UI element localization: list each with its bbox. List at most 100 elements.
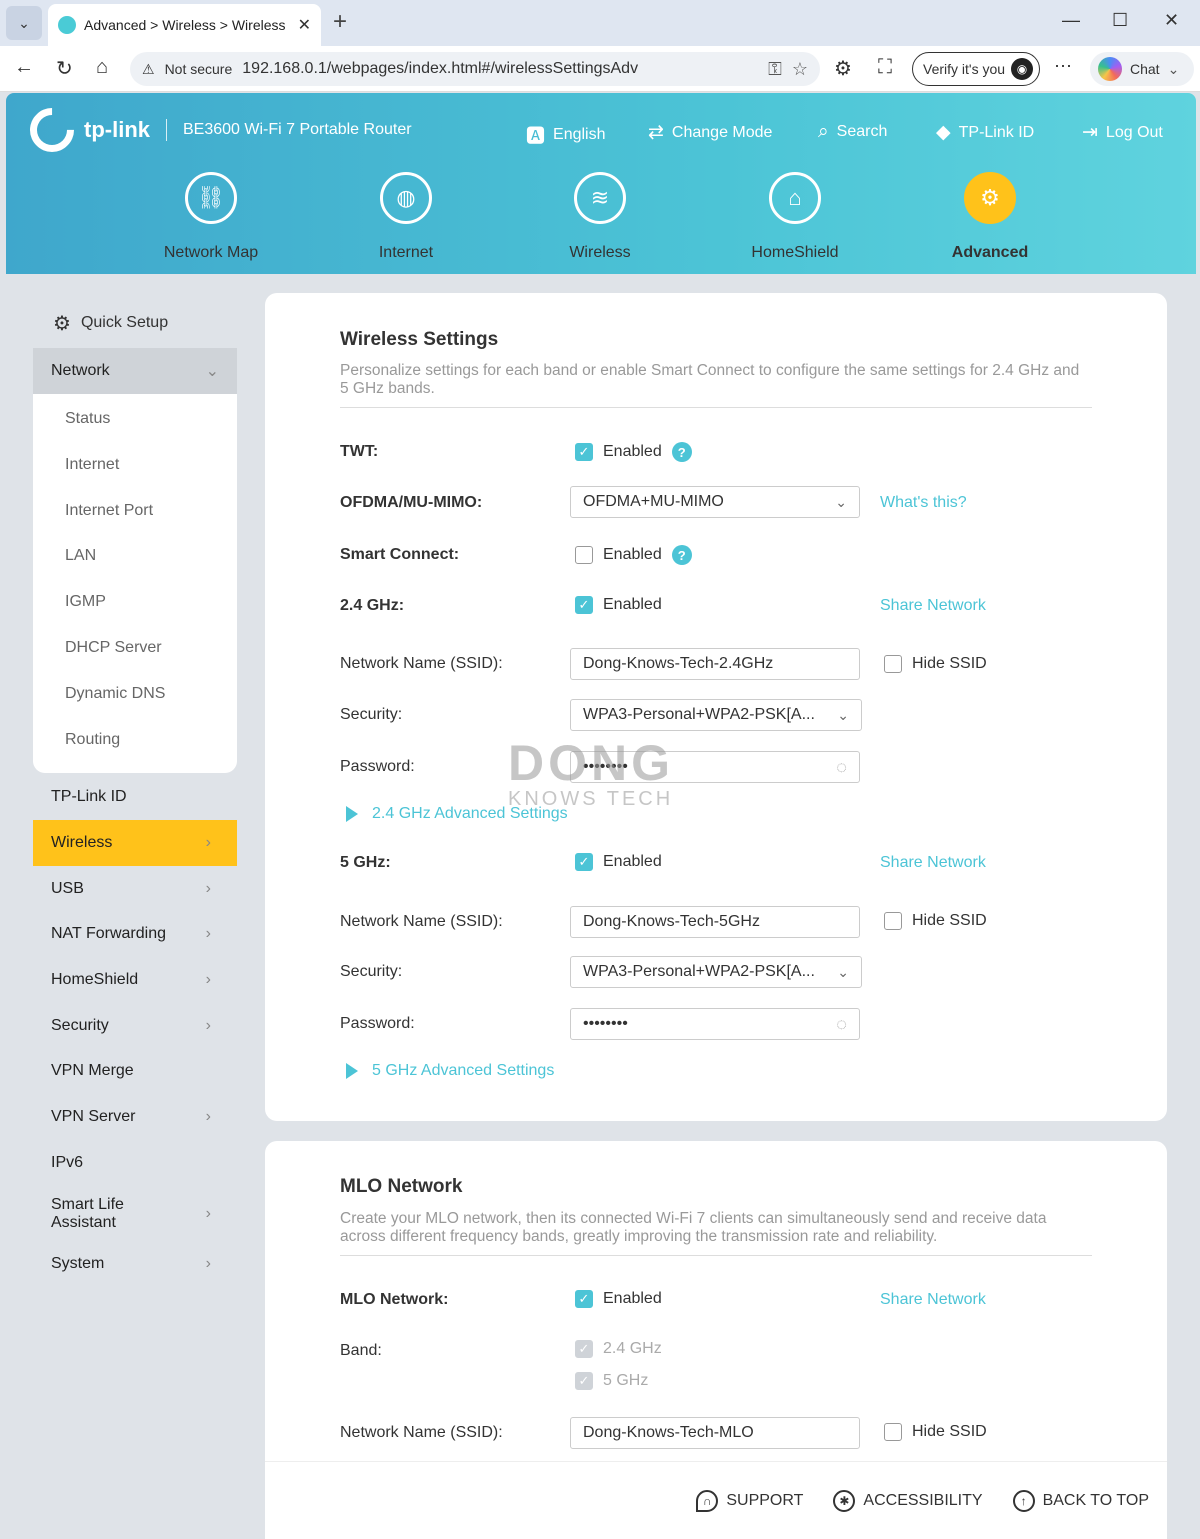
change-mode-label: Change Mode <box>671 123 773 141</box>
sidebar-item-label: VPN Merge <box>51 1062 134 1079</box>
sidebar-subitem-igmp[interactable]: IGMP <box>33 579 237 625</box>
watermark-logo: DONG KNOWS TECH <box>508 738 688 810</box>
sidebar-item-label: USB <box>51 880 84 897</box>
password5-input[interactable]: •••••••• ◌ <box>570 1008 860 1040</box>
eye-off-icon[interactable]: ◌ <box>836 1014 847 1035</box>
star-icon[interactable]: ☆ <box>792 59 808 80</box>
ssid24-input[interactable]: Dong-Knows-Tech-2.4GHz <box>570 648 860 680</box>
sidebar-item-homeshield[interactable]: HomeShield › <box>33 957 237 1003</box>
hide-ssid24-checkbox[interactable]: Hide SSID <box>884 655 987 673</box>
nav-label: Internet <box>378 244 434 261</box>
extensions-icon[interactable]: ⚙ <box>834 56 852 81</box>
homeshield-icon: ⌂ <box>769 172 821 224</box>
band5-checkbox[interactable]: ✓ Enabled <box>575 853 662 871</box>
whats-this-link[interactable]: What's this? <box>880 494 967 512</box>
screenshot-icon[interactable]: ⛶ <box>878 56 892 79</box>
nav-label: Wireless <box>569 244 631 261</box>
help-icon[interactable]: ? <box>671 442 692 462</box>
nav-wireless[interactable]: ≋ Wireless <box>530 172 670 262</box>
chevron-right-icon: › <box>205 1255 211 1272</box>
share-network-link[interactable]: Share Network <box>880 597 986 615</box>
search-button[interactable]: ⌕ Search <box>818 121 887 143</box>
twt-checkbox[interactable]: ✓ Enabled? <box>575 442 692 462</box>
key-icon[interactable]: ⚿ <box>768 59 782 80</box>
share-network-link[interactable]: Share Network <box>880 1291 986 1309</box>
sidebar-item-system[interactable]: System › <box>33 1241 237 1287</box>
language-label: English <box>553 125 606 143</box>
gear-icon: ⚙ <box>964 172 1016 224</box>
verify-profile-button[interactable]: Verify it's you ◉ <box>912 52 1040 86</box>
sidebar-item-security[interactable]: Security › <box>33 1003 237 1049</box>
copilot-chat-button[interactable]: Chat ⌄ <box>1090 52 1194 86</box>
security24-select[interactable]: WPA3-Personal+WPA2-PSK[A... ⌄ <box>570 699 862 731</box>
sidebar-subitem-status[interactable]: Status <box>33 396 237 442</box>
adv5-toggle[interactable]: 5 GHz Advanced Settings <box>346 1062 554 1080</box>
change-mode-button[interactable]: ⇄ Change Mode <box>648 121 772 144</box>
security-status[interactable]: Not secure <box>165 61 233 77</box>
sidebar-item-vpn-server[interactable]: VPN Server › <box>33 1094 237 1140</box>
minimize-icon[interactable]: — <box>1062 10 1080 31</box>
back-icon[interactable]: ← <box>14 56 34 79</box>
brand-name: tp-link <box>84 117 150 142</box>
sidebar-subitem-routing[interactable]: Routing <box>33 717 237 763</box>
checkbox-label: Enabled <box>603 546 662 563</box>
sidebar-subitem-dhcp-server[interactable]: DHCP Server <box>33 625 237 671</box>
sidebar-item-ipv6[interactable]: IPv6 <box>33 1140 237 1186</box>
url-text[interactable]: 192.168.0.1/webpages/index.html#/wireles… <box>242 60 758 78</box>
nav-homeshield[interactable]: ⌂ HomeShield <box>725 172 865 262</box>
chevron-down-icon: ⌄ <box>835 493 847 510</box>
sidebar-item-vpn-merge[interactable]: VPN Merge <box>33 1048 237 1094</box>
adv24-toggle[interactable]: 2.4 GHz Advanced Settings <box>346 805 568 823</box>
sidebar-item-label: IPv6 <box>51 1154 84 1171</box>
nav-network-map[interactable]: ⛓ Network Map <box>141 172 281 262</box>
close-tab-icon[interactable]: ✕ <box>298 15 311 35</box>
eye-off-icon[interactable]: ◌ <box>836 757 847 778</box>
logout-button[interactable]: ⇥ Log Out <box>1082 121 1163 144</box>
sidebar-subitem-lan[interactable]: LAN <box>33 533 237 579</box>
tplink-favicon-icon <box>58 16 76 34</box>
tplink-id-button[interactable]: ◆ TP-Link ID <box>936 121 1034 144</box>
close-window-icon[interactable]: ✕ <box>1164 10 1179 31</box>
sidebar-item-network[interactable]: Network ⌄ <box>33 348 237 394</box>
nav-label: HomeShield <box>751 244 839 261</box>
sidebar-item-nat-forwarding[interactable]: NAT Forwarding › <box>33 911 237 957</box>
hide-ssid-mlo-checkbox[interactable]: Hide SSID <box>884 1423 987 1441</box>
home-icon[interactable]: ⌂ <box>96 56 108 79</box>
accessibility-link[interactable]: ✱ ACCESSIBILITY <box>833 1489 983 1512</box>
help-icon[interactable]: ? <box>671 545 692 565</box>
sidebar-subitem-internet[interactable]: Internet <box>33 442 237 488</box>
support-link[interactable]: ∩ SUPPORT <box>696 1489 803 1512</box>
hide-ssid5-checkbox[interactable]: Hide SSID <box>884 912 987 930</box>
security5-select[interactable]: WPA3-Personal+WPA2-PSK[A... ⌄ <box>570 956 862 988</box>
ofdma-select[interactable]: OFDMA+MU-MIMO ⌄ <box>570 486 860 518</box>
sidebar-item-tplink-id[interactable]: TP-Link ID <box>33 774 237 820</box>
sidebar-item-label: Security <box>51 1017 109 1034</box>
more-menu-icon[interactable]: ⋯ <box>1054 56 1072 77</box>
address-bar[interactable]: ⚠ Not secure 192.168.0.1/webpages/index.… <box>130 52 820 86</box>
tab-menu-button[interactable]: ⌄ <box>6 6 42 40</box>
triangle-right-icon <box>346 1063 358 1079</box>
sidebar-item-label: HomeShield <box>51 971 139 988</box>
language-button[interactable]: 🅰 English <box>526 121 606 148</box>
smart-connect-checkbox[interactable]: Enabled? <box>575 545 692 565</box>
back-to-top-link[interactable]: ↑ BACK TO TOP <box>1012 1489 1149 1512</box>
mlo-checkbox[interactable]: ✓ Enabled <box>575 1290 662 1308</box>
chat-label: Chat <box>1130 61 1160 77</box>
sidebar-subitem-internet-port[interactable]: Internet Port <box>33 488 237 534</box>
share-network-link[interactable]: Share Network <box>880 854 986 872</box>
new-tab-button[interactable]: + <box>333 8 347 36</box>
ssid5-input[interactable]: Dong-Knows-Tech-5GHz <box>570 906 860 938</box>
sidebar-item-quick-setup[interactable]: ⚙ Quick Setup <box>33 300 237 346</box>
mlo-ssid-input[interactable]: Dong-Knows-Tech-MLO <box>570 1417 860 1449</box>
band24-checkbox[interactable]: ✓ Enabled <box>575 596 662 614</box>
sidebar-item-wireless[interactable]: Wireless › <box>33 820 237 866</box>
nav-internet[interactable]: ◍ Internet <box>336 172 476 262</box>
sidebar-item-usb[interactable]: USB › <box>33 866 237 912</box>
reload-icon[interactable]: ↻ <box>56 56 73 81</box>
password5-label: Password: <box>340 1015 415 1032</box>
sidebar-item-smart-life-assistant[interactable]: Smart Life Assistant › <box>33 1184 237 1244</box>
sidebar-subitem-dynamic-dns[interactable]: Dynamic DNS <box>33 671 237 717</box>
maximize-icon[interactable]: ☐ <box>1112 10 1128 31</box>
browser-tab[interactable]: Advanced > Wireless > Wireless Se ✕ <box>48 4 321 46</box>
nav-advanced[interactable]: ⚙ Advanced <box>920 172 1060 262</box>
